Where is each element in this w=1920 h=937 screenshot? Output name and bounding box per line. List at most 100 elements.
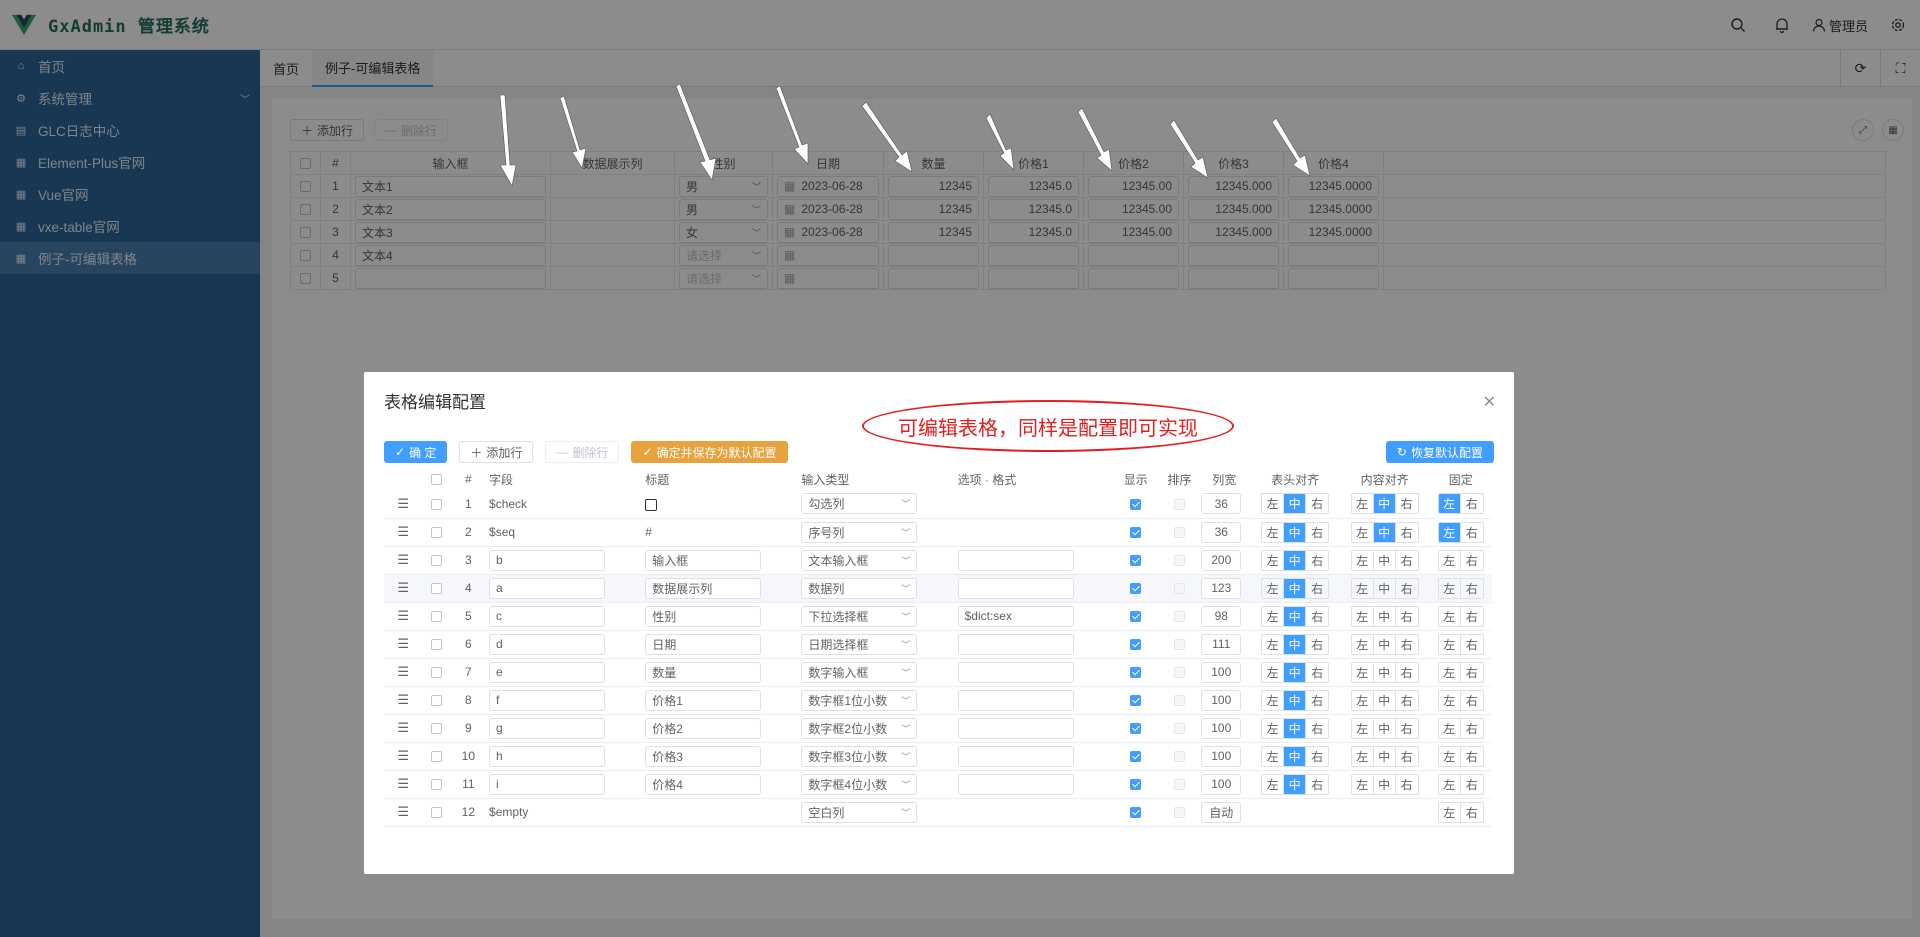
sort-checkbox[interactable] (1160, 574, 1199, 603)
fix-right-option[interactable]: 右 (1461, 719, 1483, 738)
align-left-option[interactable]: 左 (1262, 746, 1285, 766)
visible-checkbox[interactable] (1110, 658, 1161, 687)
confirm-button[interactable]: ✓ 确 定 (384, 441, 448, 463)
config-row-checkbox[interactable] (421, 770, 451, 799)
option-input[interactable] (957, 661, 1074, 683)
field-input[interactable]: b (489, 549, 606, 571)
fix-left-option[interactable]: 左 (1438, 522, 1461, 542)
fix-toggle[interactable]: 左右 (1437, 633, 1484, 655)
content-align-toggle[interactable]: 左中右 (1350, 577, 1419, 599)
field-input[interactable]: a (489, 577, 606, 599)
content-align-toggle[interactable]: 左中右 (1350, 521, 1419, 543)
align-center-option[interactable]: 中 (1374, 606, 1396, 626)
align-right-option[interactable]: 右 (1306, 719, 1328, 738)
fix-left-option[interactable]: 左 (1439, 662, 1461, 682)
fix-right-option[interactable]: 右 (1461, 607, 1483, 626)
align-right-option[interactable]: 右 (1396, 691, 1418, 710)
drag-handle-icon[interactable]: ☰ (384, 630, 422, 659)
header-align-toggle[interactable]: 左中右 (1261, 717, 1330, 739)
option-input[interactable]: $dict:sex (957, 605, 1074, 627)
fix-left-option[interactable]: 左 (1439, 578, 1461, 598)
width-input[interactable]: 100 (1201, 661, 1242, 683)
sort-checkbox[interactable] (1160, 658, 1199, 687)
drag-handle-icon[interactable]: ☰ (384, 742, 422, 771)
config-row-checkbox[interactable] (421, 546, 451, 575)
drag-handle-icon[interactable]: ☰ (384, 798, 422, 827)
config-row-checkbox[interactable] (421, 518, 451, 547)
title-input[interactable]: 价格2 (645, 717, 762, 739)
title-input[interactable]: 数量 (645, 661, 762, 683)
title-input[interactable]: 数据展示列 (645, 577, 762, 599)
fix-toggle[interactable]: 左右 (1437, 493, 1484, 515)
fix-right-option[interactable]: 右 (1461, 635, 1483, 654)
drag-handle-icon[interactable]: ☰ (384, 686, 422, 715)
width-input[interactable]: 100 (1201, 717, 1242, 739)
align-left-option[interactable]: 左 (1262, 606, 1285, 626)
align-right-option[interactable]: 右 (1306, 747, 1328, 766)
align-left-option[interactable]: 左 (1352, 718, 1374, 738)
visible-checkbox[interactable] (1110, 630, 1161, 659)
align-right-option[interactable]: 右 (1306, 663, 1328, 682)
align-right-option[interactable]: 右 (1396, 523, 1418, 542)
align-center-option[interactable]: 中 (1374, 662, 1396, 682)
align-center-option[interactable]: 中 (1284, 718, 1307, 738)
width-input[interactable]: 100 (1201, 773, 1242, 795)
fix-left-option[interactable]: 左 (1439, 718, 1461, 738)
align-right-option[interactable]: 右 (1306, 775, 1328, 794)
fix-toggle[interactable]: 左右 (1437, 549, 1484, 571)
align-left-option[interactable]: 左 (1352, 634, 1374, 654)
option-input[interactable] (957, 633, 1074, 655)
align-left-option[interactable]: 左 (1262, 690, 1285, 710)
header-align-toggle[interactable]: 左中右 (1261, 521, 1330, 543)
field-input[interactable]: f (489, 689, 606, 711)
fix-left-option[interactable]: 左 (1439, 690, 1461, 710)
content-align-toggle[interactable]: 左中右 (1350, 717, 1419, 739)
align-left-option[interactable]: 左 (1262, 774, 1285, 794)
config-row-checkbox[interactable] (421, 658, 451, 687)
align-center-option[interactable]: 中 (1374, 690, 1396, 710)
type-select[interactable]: 下拉选择框 ﹀ (801, 605, 918, 627)
type-select[interactable]: 数据列 ﹀ (801, 577, 918, 599)
align-center-option[interactable]: 中 (1374, 746, 1396, 766)
align-left-option[interactable]: 左 (1262, 494, 1285, 514)
header-align-toggle[interactable]: 左中右 (1261, 493, 1330, 515)
align-right-option[interactable]: 右 (1306, 691, 1328, 710)
content-align-toggle[interactable]: 左中右 (1350, 493, 1419, 515)
width-input[interactable]: 36 (1201, 521, 1242, 543)
header-align-toggle[interactable]: 左中右 (1261, 605, 1330, 627)
align-center-option[interactable]: 中 (1374, 718, 1396, 738)
fix-right-option[interactable]: 右 (1461, 579, 1483, 598)
align-left-option[interactable]: 左 (1352, 746, 1374, 766)
option-input[interactable] (957, 577, 1074, 599)
type-select[interactable]: 数字输入框 ﹀ (801, 661, 918, 683)
drag-handle-icon[interactable]: ☰ (384, 546, 422, 575)
content-align-toggle[interactable]: 左中右 (1350, 549, 1419, 571)
align-center-option[interactable]: 中 (1284, 746, 1307, 766)
fix-toggle[interactable]: 左右 (1437, 801, 1484, 823)
align-right-option[interactable]: 右 (1306, 635, 1328, 654)
header-align-toggle[interactable]: 左中右 (1261, 577, 1330, 599)
width-input[interactable]: 200 (1201, 549, 1242, 571)
field-input[interactable]: e (489, 661, 606, 683)
type-select[interactable]: 空白列 ﹀ (801, 801, 918, 823)
align-center-option[interactable]: 中 (1284, 494, 1307, 514)
type-select[interactable]: 数字框2位小数 ﹀ (801, 717, 918, 739)
header-align-toggle[interactable]: 左中右 (1261, 773, 1330, 795)
config-row-checkbox[interactable] (421, 686, 451, 715)
drag-handle-icon[interactable]: ☰ (384, 574, 422, 603)
align-center-option[interactable]: 中 (1284, 550, 1307, 570)
config-row-checkbox[interactable] (421, 798, 451, 827)
fix-left-option[interactable]: 左 (1439, 774, 1461, 794)
header-align-toggle[interactable]: 左中右 (1261, 745, 1330, 767)
sort-checkbox[interactable] (1160, 630, 1199, 659)
align-left-option[interactable]: 左 (1352, 522, 1374, 542)
fix-toggle[interactable]: 左右 (1437, 689, 1484, 711)
sort-checkbox[interactable] (1160, 798, 1199, 827)
config-row-checkbox[interactable] (421, 742, 451, 771)
fix-toggle[interactable]: 左右 (1437, 773, 1484, 795)
fix-right-option[interactable]: 右 (1461, 747, 1483, 766)
align-right-option[interactable]: 右 (1306, 523, 1328, 542)
align-left-option[interactable]: 左 (1262, 578, 1285, 598)
fix-right-option[interactable]: 右 (1461, 803, 1483, 822)
sort-checkbox[interactable] (1160, 602, 1199, 631)
